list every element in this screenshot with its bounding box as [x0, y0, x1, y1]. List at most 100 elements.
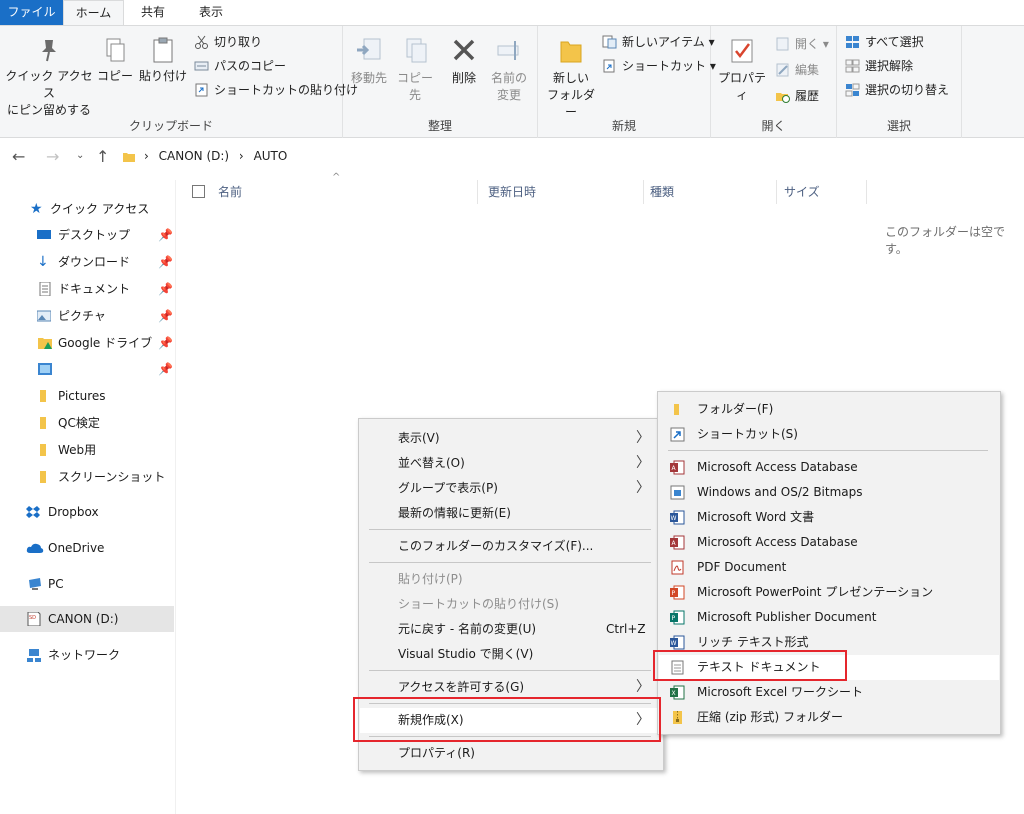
nav-qc[interactable]: QC検定	[0, 410, 174, 436]
pin-to-quick-access-button[interactable]: クイック アクセス にピン留めする	[4, 32, 94, 119]
group-label-organize: 整理	[427, 119, 452, 133]
paste-shortcut-button[interactable]: ショートカットの貼り付け	[192, 80, 358, 100]
pin-icon[interactable]: 📌	[158, 276, 173, 302]
powerpoint-icon: P	[670, 585, 685, 600]
nav-screenshots[interactable]: スクリーンショット	[0, 464, 174, 490]
folder-icon	[40, 471, 46, 483]
properties-button[interactable]: プロパティ	[715, 32, 769, 104]
copy-to-label: コピー先	[396, 71, 433, 102]
copy-path-button[interactable]: パスのコピー	[192, 56, 286, 76]
svg-text:P: P	[672, 590, 676, 597]
nav-network[interactable]: ネットワーク	[0, 642, 174, 668]
svg-text:W: W	[671, 640, 677, 647]
nav-desktop[interactable]: デスクトップ 📌	[0, 222, 174, 248]
edit-button[interactable]: 編集	[773, 60, 819, 80]
pin-icon[interactable]: 📌	[158, 330, 173, 356]
submenu-item-access-database-2[interactable]: A Microsoft Access Database	[659, 530, 999, 555]
nav-pc[interactable]: PC	[0, 571, 174, 597]
pin-icon[interactable]: 📌	[158, 249, 173, 275]
nav-pictures[interactable]: Pictures	[0, 383, 174, 409]
history-button[interactable]: 履歴	[773, 86, 819, 106]
paste-button[interactable]: 貼り付け	[138, 32, 188, 85]
tab-view[interactable]: 表示	[182, 0, 240, 26]
invert-selection-button[interactable]: 選択の切り替え	[843, 80, 949, 100]
access-icon: A	[670, 460, 685, 475]
menu-item-properties[interactable]: プロパティ(R)	[360, 741, 662, 766]
menu-item-view[interactable]: 表示(V) 〉	[360, 426, 662, 451]
rename-button[interactable]: 名前の 変更	[487, 32, 531, 104]
tab-home[interactable]: ホーム	[63, 0, 124, 26]
column-header-size[interactable]: サイズ	[784, 180, 820, 204]
new-folder-button[interactable]: 新しい フォルダー	[542, 32, 600, 121]
edit-label: 編集	[795, 63, 820, 77]
cut-button[interactable]: 切り取り	[192, 32, 262, 52]
nav-google-drive[interactable]: Google ドライブ 📌	[0, 330, 174, 356]
nav-downloads[interactable]: ↓ ダウンロード 📌	[0, 249, 174, 275]
menu-item-undo[interactable]: 元に戻す - 名前の変更(U) Ctrl+Z	[360, 617, 662, 642]
nav-pictures-jp[interactable]: ピクチャ 📌	[0, 303, 174, 329]
menu-item-sort[interactable]: 並べ替え(O) 〉	[360, 451, 662, 476]
pin-icon[interactable]: 📌	[158, 222, 173, 248]
column-divider[interactable]	[866, 180, 867, 204]
up-arrow-icon[interactable]: ↑	[96, 147, 109, 166]
nav-unnamed-item[interactable]: 📌	[0, 356, 174, 382]
nav-onedrive[interactable]: OneDrive	[0, 535, 174, 561]
breadcrumb-folder[interactable]: AUTO	[254, 149, 288, 163]
breadcrumb-drive[interactable]: CANON (D:)	[159, 149, 229, 163]
column-header-name[interactable]: 名前	[218, 180, 242, 204]
pc-monitor-icon	[29, 578, 41, 590]
submenu-item-zip-folder[interactable]: 圧縮 (zip 形式) フォルダー	[659, 705, 999, 730]
menu-item-paste-shortcut[interactable]: ショートカットの貼り付け(S)	[360, 592, 662, 617]
column-divider[interactable]	[477, 180, 478, 204]
submenu-item-powerpoint[interactable]: P Microsoft PowerPoint プレゼンテーション	[659, 580, 999, 605]
invert-selection-icon	[845, 83, 860, 97]
menu-item-refresh[interactable]: 最新の情報に更新(E)	[360, 501, 662, 526]
copy-to-button[interactable]: コピー先	[393, 32, 437, 104]
submenu-item-publisher[interactable]: P Microsoft Publisher Document	[659, 605, 999, 630]
nav-quick-access[interactable]: ★ クイック アクセス	[0, 196, 174, 222]
pin-icon[interactable]: 📌	[158, 303, 173, 329]
bitmap-image-icon	[670, 485, 685, 500]
nav-documents[interactable]: ドキュメント 📌	[0, 276, 174, 302]
nav-web[interactable]: Web用	[0, 437, 174, 463]
open-label: 開く	[795, 37, 820, 51]
address-folder-icon	[123, 153, 135, 162]
delete-button[interactable]: 削除	[445, 32, 483, 87]
move-to-button[interactable]: 移動先	[347, 32, 391, 87]
menu-item-customize[interactable]: このフォルダーのカスタマイズ(F)...	[360, 534, 662, 559]
nav-canon-drive[interactable]: SD CANON (D:)	[0, 606, 174, 632]
menu-item-paste[interactable]: 貼り付け(P)	[360, 567, 662, 592]
submenu-item-access-database[interactable]: A Microsoft Access Database	[659, 455, 999, 480]
back-arrow-icon[interactable]: ←	[12, 147, 25, 166]
group-label-clipboard: クリップボード	[128, 119, 213, 133]
column-divider[interactable]	[643, 180, 644, 204]
submenu-item-excel[interactable]: X Microsoft Excel ワークシート	[659, 680, 999, 705]
new-submenu: フォルダー(F) ショートカット(S) A Microsoft Access D…	[657, 391, 1001, 735]
recent-locations-chevron-icon[interactable]: ⌄	[76, 150, 84, 161]
open-button[interactable]: 開く ▾	[773, 34, 829, 54]
select-none-button[interactable]: 選択解除	[843, 56, 913, 76]
column-header-modified[interactable]: 更新日時	[488, 180, 536, 204]
select-all-icon	[846, 36, 859, 48]
submenu-item-shortcut[interactable]: ショートカット(S)	[659, 422, 999, 447]
pin-icon[interactable]: 📌	[158, 356, 173, 382]
select-all-checkbox[interactable]	[192, 185, 205, 198]
easy-shortcut-button[interactable]: ショートカット ▾	[600, 56, 716, 76]
column-divider[interactable]	[776, 180, 777, 204]
select-all-button[interactable]: すべて選択	[843, 32, 924, 52]
tab-share[interactable]: 共有	[124, 0, 182, 26]
submenu-item-pdf[interactable]: PDF Document	[659, 555, 999, 580]
submenu-item-word[interactable]: W Microsoft Word 文書	[659, 505, 999, 530]
submenu-arrow-icon: 〉	[636, 430, 650, 446]
copy-button[interactable]: コピー	[96, 32, 134, 85]
nav-dropbox[interactable]: Dropbox	[0, 499, 174, 525]
submenu-item-bitmap[interactable]: Windows and OS/2 Bitmaps	[659, 480, 999, 505]
menu-item-group-by[interactable]: グループで表示(P) 〉	[360, 476, 662, 501]
column-header-type[interactable]: 種類	[650, 180, 674, 204]
new-item-button[interactable]: 新しいアイテム ▾	[600, 32, 715, 52]
forward-arrow-icon[interactable]: →	[46, 147, 59, 166]
tab-file[interactable]: ファイル	[0, 0, 63, 26]
submenu-item-folder[interactable]: フォルダー(F)	[659, 397, 999, 422]
rename-label-line1: 名前の	[490, 71, 527, 85]
menu-item-open-visual-studio[interactable]: Visual Studio で開く(V)	[360, 642, 662, 667]
